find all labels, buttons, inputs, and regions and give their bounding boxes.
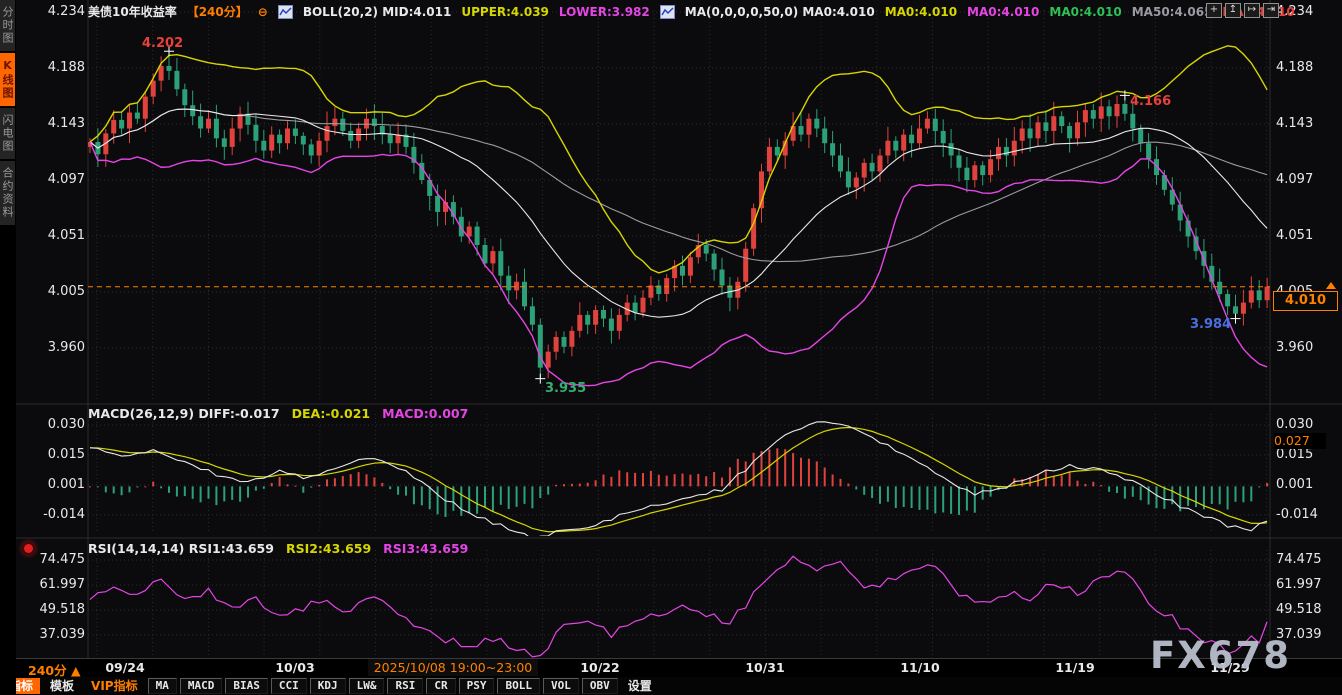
macd-axis-left-3: -0.014 [30, 507, 85, 522]
high-annotation-1: 4.202 [142, 36, 183, 51]
toolbar-KDJ[interactable]: KDJ [310, 678, 346, 694]
period-label: 【240分】 [187, 3, 248, 20]
price-axis-left-1: 4.188 [30, 60, 85, 75]
price-axis-left-3: 4.097 [30, 172, 85, 187]
boll-mid-label: BOLL(20,2) MID:4.011 [303, 5, 452, 19]
last-price-tag: 4.010 [1273, 291, 1338, 311]
toolbar-MACD[interactable]: MACD [180, 678, 223, 694]
ma-icon[interactable] [660, 5, 675, 19]
rsi-axis-right-2: 49.518 [1276, 602, 1338, 617]
rsi-header: RSI(14,14,14) RSI1:43.659 RSI2:43.659 RS… [88, 541, 468, 556]
sidebar-tab-合约资料[interactable]: 合约资料 [0, 161, 15, 225]
rsi-axis-right-1: 61.997 [1276, 577, 1338, 592]
macd-axis-left-2: 0.001 [30, 477, 85, 492]
rsi3-label: RSI3:43.659 [383, 541, 468, 556]
macd-axis-right-0: 0.030 [1276, 417, 1338, 432]
rsi-title: RSI(14,14,14) RSI1:43.659 [88, 541, 274, 556]
ma0-magenta-label: MA0:4.010 [967, 5, 1039, 19]
sidebar: 分时图 K线图闪电图合约资料 [0, 0, 16, 695]
boll-lower-label: LOWER:3.982 [559, 5, 650, 19]
macd-value-tag: 0.027 [1274, 433, 1326, 449]
price-axis-right-2: 4.143 [1276, 116, 1338, 131]
toolbar-OBV[interactable]: OBV [582, 678, 618, 694]
boll-upper-label: UPPER:4.039 [461, 5, 549, 19]
ma50-label: MA50:4.065 [1132, 5, 1213, 19]
macd-dea-label: DEA:-0.021 [292, 406, 371, 421]
live-alert-icon [24, 544, 33, 553]
toolbar-CR[interactable]: CR [426, 678, 455, 694]
chart-corner-toolbar: +↥↦⇥ [1206, 3, 1279, 18]
x-tick-10/31: 10/31 [730, 660, 800, 675]
price-axis-left-2: 4.143 [30, 116, 85, 131]
price-axis-left-5: 4.005 [30, 284, 85, 299]
indicator-header: 美债10年收益率【240分】 ⊖ BOLL(20,2) MID:4.011 UPPER… [88, 3, 1295, 20]
toolbar-VIP指标[interactable]: VIP指标 [84, 678, 145, 694]
x-tick-11/19: 11/19 [1040, 660, 1110, 675]
collapse-icon[interactable]: ⊖ [258, 5, 268, 19]
time-axis: 240分 ▲ 2025/10/08 19:00~23:00 三 09/2410/… [0, 658, 1342, 677]
symbol-title: 美债10年收益率 [88, 3, 177, 20]
price-axis-right-1: 4.188 [1276, 60, 1338, 75]
crosshair-icon[interactable]: + [1206, 3, 1222, 18]
last-price-marker [1326, 282, 1336, 289]
sidebar-tab-闪电图[interactable]: 闪电图 [0, 108, 15, 159]
x-tick-10/22: 10/22 [565, 660, 635, 675]
sidebar-tab-K线图[interactable]: K线图 [0, 53, 15, 106]
macd-axis-left-0: 0.030 [30, 417, 85, 432]
macd-axis-right-3: -0.014 [1276, 507, 1338, 522]
fx678-watermark: FX678 [1150, 634, 1291, 677]
toolbar-BOLL[interactable]: BOLL [497, 678, 540, 694]
macd-header: MACD(26,12,9) DIFF:-0.017 DEA:-0.021 MAC… [88, 406, 468, 421]
rsi-axis-left-2: 49.518 [30, 602, 85, 617]
x-tick-09/24: 09/24 [90, 660, 160, 675]
macd-axis-right-2: 0.001 [1276, 477, 1338, 492]
price-axis-right-3: 4.097 [1276, 172, 1338, 187]
toolbar-VOL[interactable]: VOL [543, 678, 579, 694]
macd-macd-label: MACD:0.007 [382, 406, 468, 421]
rsi-axis-left-3: 37.039 [30, 627, 85, 642]
price-axis-right-4: 4.051 [1276, 228, 1338, 243]
macd-axis-left-1: 0.015 [30, 447, 85, 462]
toolbar-设置[interactable]: 设置 [621, 678, 659, 694]
scale-y-icon[interactable]: ↥ [1225, 3, 1241, 18]
price-axis-left-6: 3.960 [30, 340, 85, 355]
scale-x-icon[interactable]: ↦ [1244, 3, 1260, 18]
toolbar-CCI[interactable]: CCI [271, 678, 307, 694]
boll-icon[interactable] [278, 5, 293, 19]
macd-axis-right-1: 0.015 [1276, 447, 1338, 462]
rsi-axis-left-0: 74.475 [30, 552, 85, 567]
rsi-axis-left-1: 61.997 [30, 577, 85, 592]
chart-window: 分时图 K线图闪电图合约资料 美债10年收益率【240分】 ⊖ BOLL(20,2) … [0, 0, 1342, 695]
toolbar-MA[interactable]: MA [148, 678, 177, 694]
sidebar-tab-分时图[interactable]: 分时图 [0, 0, 15, 51]
toolbar-RSI[interactable]: RSI [387, 678, 423, 694]
toolbar-LW&[interactable]: LW& [349, 678, 385, 694]
x-tick-11/10: 11/10 [885, 660, 955, 675]
high-annotation-2: 4.166 [1130, 94, 1171, 109]
price-axis-right-6: 3.960 [1276, 340, 1338, 355]
price-axis-left-4: 4.051 [30, 228, 85, 243]
x-tick-10/03: 10/03 [260, 660, 330, 675]
ma0-white-label: MA(0,0,0,0,50,0) MA0:4.010 [685, 5, 875, 19]
toolbar-BIAS[interactable]: BIAS [225, 678, 268, 694]
ma0-yellow-label: MA0:4.010 [885, 5, 957, 19]
low-annotation-2: 3.984 [1190, 317, 1231, 332]
low-annotation-1: 3.935 [545, 381, 586, 396]
rsi2-label: RSI2:43.659 [286, 541, 371, 556]
rsi-axis-right-0: 74.475 [1276, 552, 1338, 567]
toolbar-PSY[interactable]: PSY [459, 678, 495, 694]
macd-title: MACD(26,12,9) DIFF:-0.017 [88, 406, 280, 421]
hover-date-tooltip: 2025/10/08 19:00~23:00 三 [368, 659, 538, 676]
bottom-toolbar: 指标模板VIP指标MAMACDBIASCCIKDJLW&RSICRPSYBOLL… [0, 677, 1342, 695]
detach-icon[interactable]: ⇥ [1263, 3, 1279, 18]
ma0-green-label: MA0:4.010 [1049, 5, 1121, 19]
price-axis-left-0: 4.234 [30, 4, 85, 19]
toolbar-模板[interactable]: 模板 [43, 678, 81, 694]
